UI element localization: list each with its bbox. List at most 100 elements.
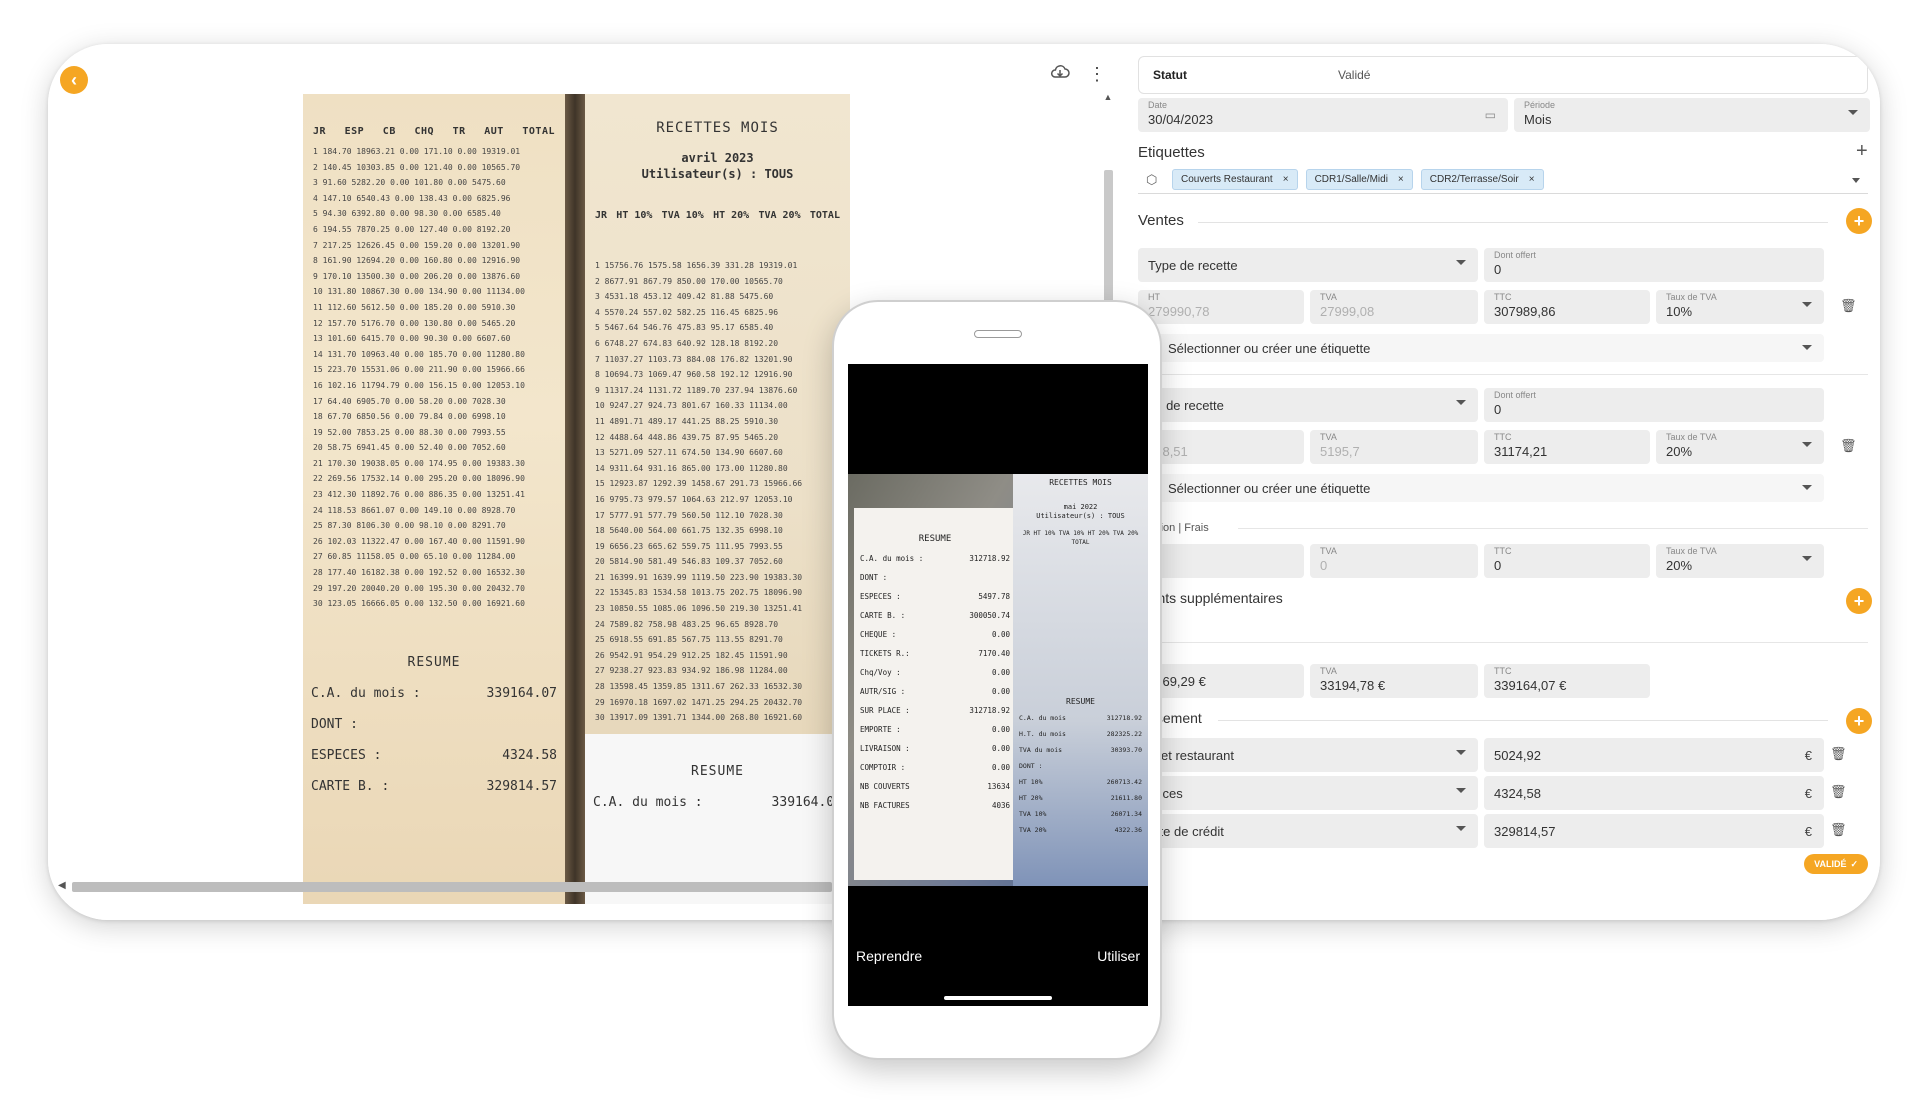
phone-speaker <box>974 330 1022 338</box>
chevron-down-icon <box>1802 302 1812 307</box>
back-button[interactable]: ‹ <box>60 66 88 94</box>
encaissement-type-select[interactable]: pèces <box>1138 776 1478 810</box>
receipt-row: 7 217.25 12626.45 0.00 159.20 0.00 13201… <box>313 240 521 250</box>
receipt-row: 30 123.05 16666.05 0.00 132.50 0.00 1692… <box>313 599 525 609</box>
more-vertical-icon[interactable]: ⋮ <box>1088 64 1106 85</box>
receipt-row: 19 52.00 7853.25 0.00 88.30 0.00 7993.55 <box>313 427 506 437</box>
receipt-row: 21 170.30 19038.05 0.00 174.95 0.00 1938… <box>313 458 525 468</box>
encaissement-amount-input[interactable]: 5024,92 € <box>1484 738 1824 772</box>
date-field[interactable]: Date 30/04/2023 ▭ <box>1138 98 1508 132</box>
retake-button[interactable]: Reprendre <box>856 948 922 964</box>
receipt-row: 2 140.45 10303.85 0.00 121.40 0.00 10565… <box>313 162 521 172</box>
scroll-up-icon[interactable]: ▲ <box>1102 92 1114 102</box>
total-tva-field: TVA 33194,78 € <box>1310 664 1478 698</box>
trash-icon[interactable]: 🗑 <box>1830 822 1847 838</box>
chevron-down-icon <box>1802 556 1812 561</box>
scroll-left-icon[interactable]: ◀ <box>58 880 66 891</box>
receipt-row: 17 5777.91 577.79 560.50 112.10 7028.30 <box>595 510 783 520</box>
resume-line: COMPTOIR :0.00 <box>860 763 1010 772</box>
receipt-row: 3 91.60 5282.20 0.00 101.80 0.00 5475.60 <box>313 178 506 188</box>
tva-input[interactable]: TVA 27999,08 <box>1310 290 1478 324</box>
resume-line: DONT : <box>311 716 358 732</box>
type-recette-select[interactable]: Type de recette <box>1138 248 1478 282</box>
receipt-row: 11 112.60 5612.50 0.00 185.20 0.00 5910.… <box>313 302 516 312</box>
receipt-row: 18 5640.00 564.00 661.75 132.35 6998.10 <box>595 526 783 536</box>
receipt-row: 22 15345.83 1534.58 1013.75 202.75 18096… <box>595 588 803 598</box>
encaissement-amount-input[interactable]: 4324,58 € <box>1484 776 1824 810</box>
dont-offert-input[interactable]: Dont offert 0 <box>1484 248 1824 282</box>
dont-offert-input[interactable]: Dont offert 0 <box>1484 388 1824 422</box>
ht-input[interactable]: HT 279990,78 <box>1138 290 1304 324</box>
photo-divider <box>565 94 585 904</box>
trash-icon[interactable]: 🗑 <box>1840 298 1857 314</box>
resume-line: CARTE B. :329814.57 <box>311 778 557 794</box>
add-vente-button[interactable]: + <box>1846 208 1872 234</box>
encaissement-amount-input[interactable]: 329814,57 € <box>1484 814 1824 848</box>
receipt-row: 1 184.70 18963.21 0.00 171.10 0.00 19319… <box>313 147 521 156</box>
valide-button[interactable]: VALIDÉ ✓ <box>1804 854 1868 874</box>
ttc-input[interactable]: TTC 31174,21 <box>1484 430 1650 464</box>
resume-line: TICKETS R.: 7170.40 <box>860 649 1010 658</box>
add-etiquette-icon[interactable]: + <box>1856 140 1868 163</box>
tag-chip: CDR2/Terrasse/Soir × <box>1420 169 1544 190</box>
remove-tag-icon[interactable]: × <box>1398 174 1404 185</box>
taux-tva-select[interactable]: Taux de TVA 20% <box>1656 430 1824 464</box>
resume-line: Chq/Voy :0.00 <box>860 668 1010 677</box>
resume-line: AUTR/SIG :0.00 <box>860 687 1010 696</box>
use-photo-button[interactable]: Utiliser <box>1097 948 1140 964</box>
tags-select[interactable]: ⬡ Couverts Restaurant × CDR1/Salle/Midi × … <box>1138 166 1868 194</box>
chevron-down-icon <box>1848 110 1858 115</box>
remove-tag-icon[interactable]: × <box>1529 174 1535 185</box>
resume-title: RESUME <box>691 764 744 779</box>
cloud-download-icon[interactable] <box>1050 64 1070 85</box>
type-recette-select[interactable]: pe de recette <box>1138 388 1478 422</box>
receipt-title: RECETTES MOIS <box>656 120 779 136</box>
ttc-input[interactable]: TTC 307989,86 <box>1484 290 1650 324</box>
trash-icon[interactable]: 🗑 <box>1840 438 1857 454</box>
encaissement-type-select[interactable]: arte de crédit <box>1138 814 1478 848</box>
resume-line: LIVRAISON :0.00 <box>860 744 1010 753</box>
total-ht-field: 5969,29 € <box>1138 664 1304 698</box>
trash-icon[interactable]: 🗑 <box>1830 784 1847 800</box>
chevron-down-icon <box>1802 442 1812 447</box>
receipt-row: 8 10694.73 1069.47 960.58 192.12 12916.9… <box>595 370 793 380</box>
receipt-row: 4 147.10 6540.43 0.00 138.43 0.00 6825.9… <box>313 193 511 203</box>
add-montant-button[interactable]: + <box>1846 588 1872 614</box>
receipt-row: 23 412.30 11892.76 0.00 886.35 0.00 1325… <box>313 490 525 500</box>
screen: ‹ ⋮ JR ESP CB CHQ TR AUT TOTAL 1 184.70 18963.… <box>0 0 1920 1111</box>
etiquettes-title: Etiquettes <box>1138 144 1205 161</box>
receipt-row: 6 194.55 7870.25 0.00 127.40 0.00 8192.2… <box>313 224 511 234</box>
periode-select[interactable]: Période Mois <box>1514 98 1870 132</box>
receipt-row: 21 16399.91 1639.99 1119.50 223.90 19383… <box>595 572 803 582</box>
scroll-thumb[interactable] <box>72 882 832 892</box>
chevron-down-icon <box>1802 485 1812 490</box>
check-icon: ✓ <box>1850 858 1858 869</box>
tva-input[interactable]: TVA 5195,7 <box>1310 430 1478 464</box>
receipt-row: 30 13917.09 1391.71 1344.00 268.80 16921… <box>595 713 803 723</box>
etiquette-select[interactable]: Sélectionner ou créer une étiquette <box>1138 474 1824 502</box>
etiquette-select[interactable]: Sélectionner ou créer une étiquette <box>1138 334 1824 362</box>
resume-line: C.A. du mois :339164.07 <box>311 685 557 701</box>
receipt-row: 6 6748.27 674.83 640.92 128.18 8192.20 <box>595 338 779 348</box>
commission-tva-input[interactable]: TVA 0 <box>1310 544 1478 578</box>
chevron-down-icon <box>1802 345 1812 350</box>
commission-taux-select[interactable]: Taux de TVA 20% <box>1656 544 1824 578</box>
encaissement-type-select[interactable]: cket restaurant <box>1138 738 1478 772</box>
remove-tag-icon[interactable]: × <box>1283 174 1289 185</box>
divider <box>1138 642 1868 643</box>
divider <box>1238 528 1868 529</box>
receipt-row: 26 9542.91 954.29 912.25 182.45 11591.90 <box>595 650 788 660</box>
receipt-row: 22 269.56 17532.14 0.00 295.20 0.00 1809… <box>313 474 525 484</box>
trash-icon[interactable]: 🗑 <box>1830 746 1847 762</box>
taux-tva-select[interactable]: Taux de TVA 10% <box>1656 290 1824 324</box>
commission-ttc-input[interactable]: TTC 0 <box>1484 544 1650 578</box>
add-encaissement-button[interactable]: + <box>1846 708 1872 734</box>
viewer-toolbar: ⋮ <box>1050 64 1106 85</box>
commission-ht-input[interactable] <box>1138 544 1304 578</box>
tag-chip: CDR1/Salle/Midi × <box>1305 169 1413 190</box>
receipt-row: 10 131.80 10867.30 0.00 134.90 0.00 1113… <box>313 287 525 297</box>
status-label: Statut <box>1153 68 1187 82</box>
calendar-icon[interactable]: ▭ <box>1485 108 1496 122</box>
ht-input[interactable]: 978,51 <box>1138 430 1304 464</box>
receipt-row: 28 177.40 16182.38 0.00 192.52 0.00 1653… <box>313 568 525 578</box>
